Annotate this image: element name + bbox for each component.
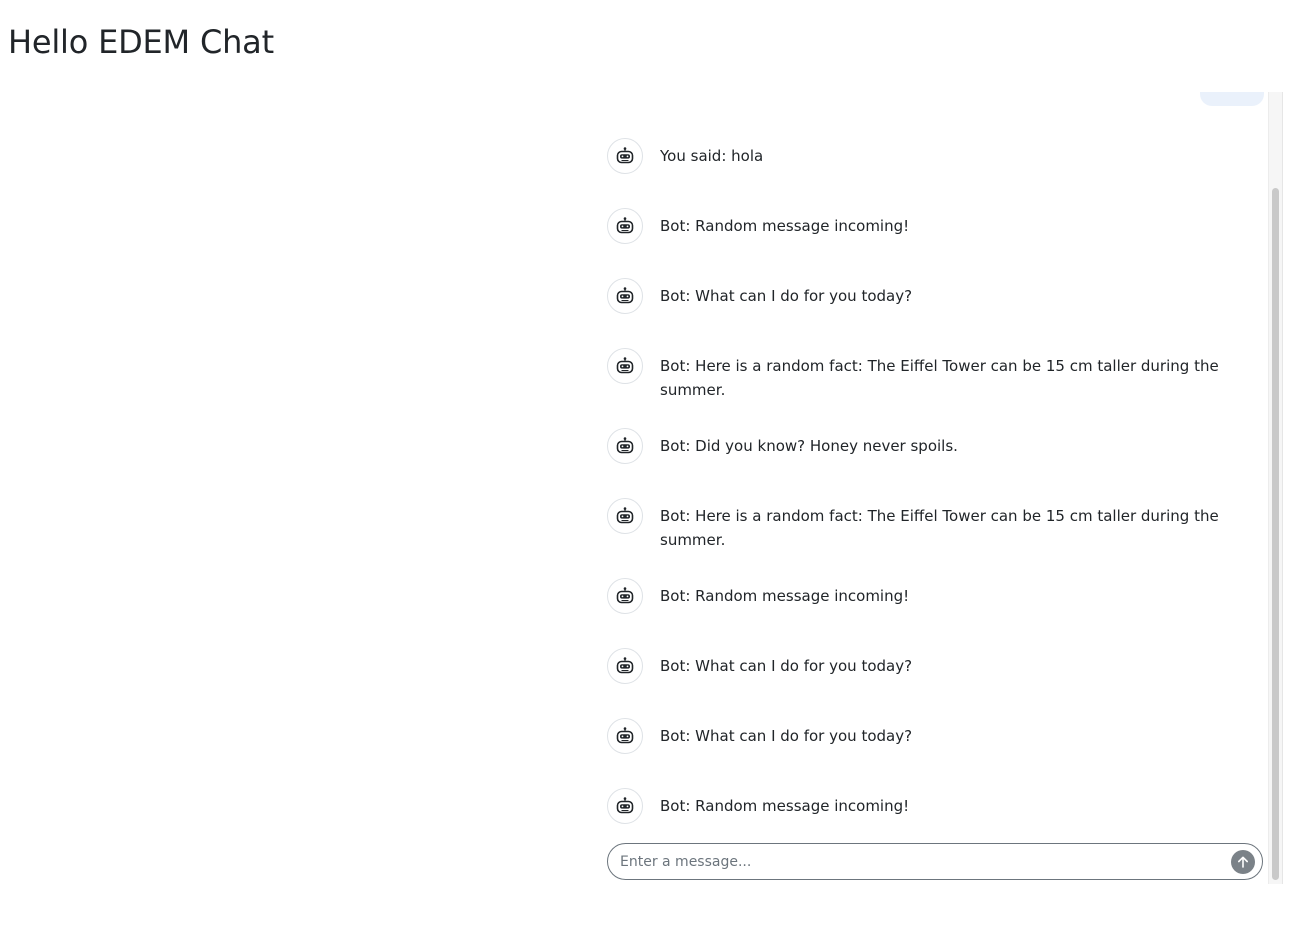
chat-message: Bot: Random message incoming! <box>607 578 1257 614</box>
message-text: Bot: Here is a random fact: The Eiffel T… <box>660 357 1219 399</box>
scrollbar-thumb[interactable] <box>1272 188 1279 880</box>
message-text: Bot: Random message incoming! <box>660 587 910 605</box>
robot-icon <box>607 278 643 314</box>
chat-scrollbar[interactable] <box>1268 92 1282 884</box>
message-text: Bot: What can I do for you today? <box>660 727 913 745</box>
page-title: Hello EDEM Chat <box>8 23 274 61</box>
robot-icon <box>607 208 643 244</box>
send-button[interactable] <box>1231 850 1255 874</box>
message-text: Bot: What can I do for you today? <box>660 287 913 305</box>
robot-icon <box>607 138 643 174</box>
robot-icon <box>607 348 643 384</box>
message-text: You said: hola <box>660 147 764 165</box>
robot-icon <box>607 648 643 684</box>
chat-message: Bot: Here is a random fact: The Eiffel T… <box>607 498 1257 552</box>
robot-icon <box>607 428 643 464</box>
chat-message: Bot: What can I do for you today? <box>607 718 1257 754</box>
chat-message-list[interactable]: You said: hola Bot: Random message incom… <box>600 92 1268 836</box>
robot-icon <box>607 578 643 614</box>
message-text: Bot: Random message incoming! <box>660 217 910 235</box>
robot-icon <box>607 718 643 754</box>
chat-message: Bot: Did you know? Honey never spoils. <box>607 428 1257 464</box>
chat-message: You said: hola <box>607 138 1257 174</box>
message-text: Bot: Here is a random fact: The Eiffel T… <box>660 507 1219 549</box>
chat-message: Bot: Random message incoming! <box>607 788 1257 824</box>
robot-icon <box>607 498 643 534</box>
chat-panel: You said: hola Bot: Random message incom… <box>600 92 1283 884</box>
robot-icon <box>607 788 643 824</box>
message-input[interactable] <box>620 844 1210 879</box>
user-message-bubble <box>1200 92 1264 106</box>
message-text: Bot: What can I do for you today? <box>660 657 913 675</box>
chat-message: Bot: Here is a random fact: The Eiffel T… <box>607 348 1257 402</box>
chat-message: Bot: What can I do for you today? <box>607 278 1257 314</box>
arrow-up-icon <box>1238 856 1248 868</box>
chat-message: Bot: What can I do for you today? <box>607 648 1257 684</box>
message-text: Bot: Random message incoming! <box>660 797 910 815</box>
message-text: Bot: Did you know? Honey never spoils. <box>660 437 958 455</box>
message-composer <box>607 843 1263 880</box>
chat-message: Bot: Random message incoming! <box>607 208 1257 244</box>
